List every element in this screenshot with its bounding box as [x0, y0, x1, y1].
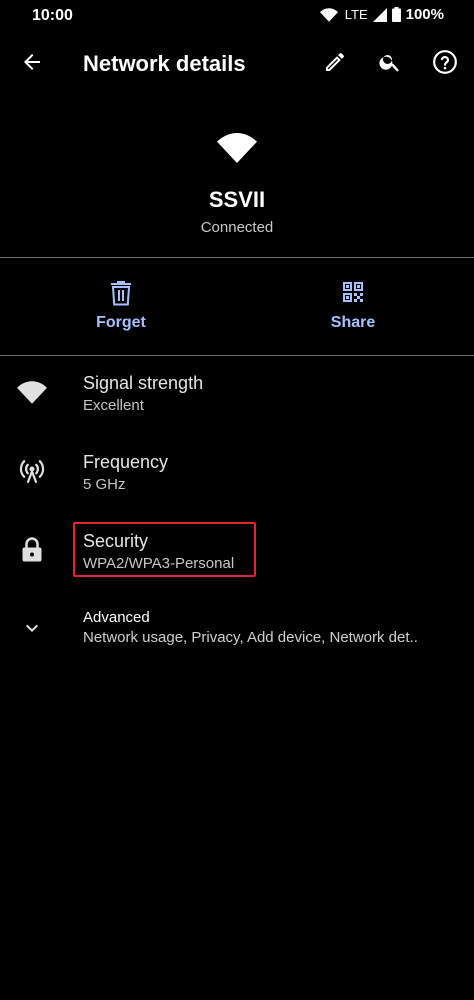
status-indicators: LTE 100% — [319, 6, 444, 23]
signal-strength-row: Signal strength Excellent — [0, 372, 474, 432]
cell-signal-icon — [372, 7, 387, 22]
antenna-icon — [18, 457, 46, 490]
help-button[interactable] — [425, 44, 465, 84]
row-title: Signal strength — [83, 373, 204, 393]
battery-icon — [391, 7, 401, 22]
arrow-back-icon — [20, 50, 44, 79]
qr-code-icon — [341, 280, 365, 308]
app-bar: Network details — [0, 36, 474, 92]
search-button[interactable] — [370, 44, 410, 84]
battery-level: 100% — [405, 6, 444, 23]
edit-button[interactable] — [315, 44, 355, 84]
chevron-down-icon — [20, 616, 44, 645]
edit-pencil-icon — [323, 50, 347, 79]
wifi-icon — [17, 381, 47, 409]
security-highlight-box — [73, 522, 256, 577]
divider — [0, 355, 474, 356]
help-circle-icon — [432, 49, 458, 80]
share-button[interactable]: Share — [283, 280, 423, 332]
status-time: 10:00 — [32, 7, 73, 24]
frequency-row: Frequency 5 GHz — [0, 451, 474, 511]
lock-icon — [21, 536, 43, 568]
wifi-status-icon — [319, 7, 338, 22]
network-type: LTE — [344, 7, 368, 22]
forget-button[interactable]: Forget — [51, 280, 191, 332]
share-label: Share — [330, 314, 376, 331]
network-header: SSVII Connected — [0, 130, 474, 236]
search-icon — [378, 50, 402, 79]
row-value: Excellent — [83, 397, 144, 414]
trash-icon — [109, 280, 133, 308]
back-button[interactable] — [12, 44, 52, 84]
connection-status: Connected — [200, 219, 274, 236]
advanced-row[interactable]: Advanced Network usage, Privacy, Add dev… — [0, 608, 474, 668]
forget-label: Forget — [96, 314, 146, 331]
page-title: Network details — [83, 51, 246, 76]
advanced-summary: Network usage, Privacy, Add device, Netw… — [83, 629, 418, 646]
row-value: 5 GHz — [83, 476, 126, 493]
advanced-title: Advanced — [83, 609, 150, 626]
network-name: SSVII — [208, 187, 266, 212]
row-title: Frequency — [83, 452, 169, 472]
status-bar: 10:00 LTE 100% — [0, 0, 474, 34]
divider — [0, 257, 474, 258]
wifi-icon — [217, 130, 257, 174]
